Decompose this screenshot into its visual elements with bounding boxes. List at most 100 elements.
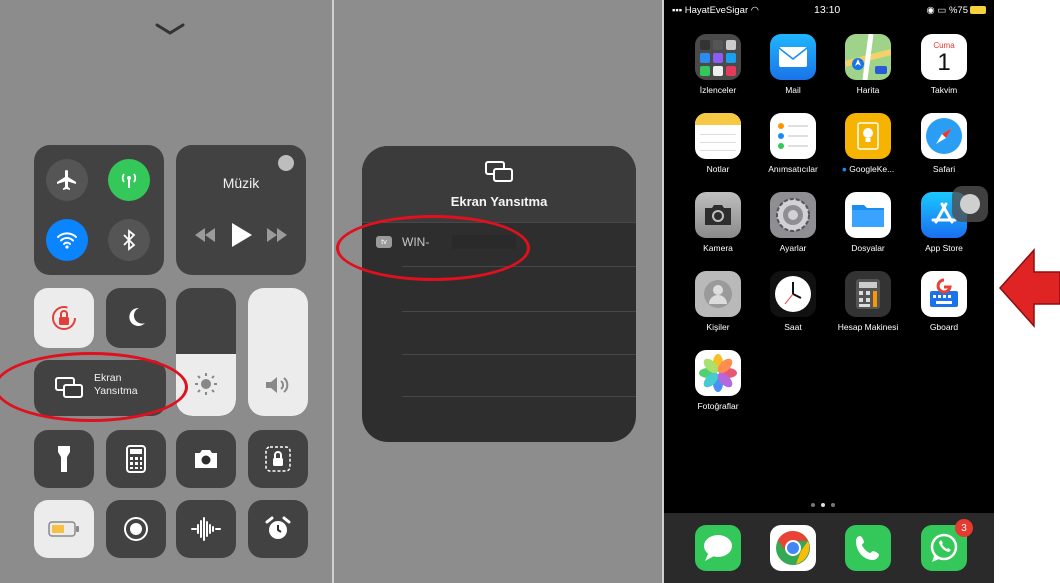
app-label: Kişiler bbox=[706, 322, 730, 332]
moon-icon bbox=[129, 307, 145, 326]
app-takvim[interactable]: Cuma 1 Takvim bbox=[907, 34, 981, 112]
app-gboard[interactable]: Gboard bbox=[907, 271, 981, 349]
compass-icon bbox=[921, 113, 967, 159]
app-animsaticilar[interactable]: Anımsatıcılar bbox=[756, 113, 830, 191]
dock: 3 bbox=[664, 513, 994, 583]
dock-app-whatsapp[interactable]: 3 bbox=[907, 519, 981, 583]
page-indicator bbox=[811, 503, 835, 507]
photos-icon bbox=[695, 350, 741, 396]
music-title: Müzik bbox=[222, 175, 260, 191]
battery-icon bbox=[48, 521, 79, 537]
screen-mirroring-dialog: Ekran Yansıtma tv WIN- bbox=[362, 146, 636, 442]
maps-icon bbox=[845, 34, 891, 80]
app-label: Harita bbox=[856, 85, 880, 95]
record-icon bbox=[124, 517, 148, 541]
reminders-icon bbox=[770, 113, 816, 159]
status-bar: ▪▪▪ HayatEveSigar ◠ 13:10 ◉ ▭ %75 bbox=[664, 0, 994, 20]
play-icon[interactable] bbox=[230, 223, 252, 247]
fast-forward-icon[interactable] bbox=[265, 228, 289, 242]
app-label: Safari bbox=[932, 164, 956, 174]
clock-icon bbox=[770, 271, 816, 317]
low-power-mode-button[interactable] bbox=[34, 500, 94, 558]
messages-icon bbox=[695, 525, 741, 571]
music-tile[interactable]: Müzik bbox=[176, 145, 306, 275]
carrier-label: ▪▪▪ HayatEveSigar ◠ bbox=[672, 5, 760, 16]
waveform-icon bbox=[191, 517, 221, 541]
chrome-icon bbox=[770, 525, 816, 571]
folder-icon bbox=[695, 34, 741, 80]
app-label: Notlar bbox=[706, 164, 730, 174]
dock-app-phone[interactable] bbox=[831, 525, 905, 583]
camera-icon bbox=[695, 192, 741, 238]
app-label: Gboard bbox=[929, 322, 959, 332]
app-saat[interactable]: Saat bbox=[756, 271, 830, 349]
chevron-down-icon[interactable] bbox=[155, 22, 185, 36]
gboard-icon bbox=[921, 271, 967, 317]
dock-app-messages[interactable] bbox=[681, 525, 755, 583]
app-label: App Store bbox=[925, 243, 963, 253]
app-notlar[interactable]: Notlar bbox=[681, 113, 755, 191]
screen-recording-button[interactable] bbox=[106, 500, 166, 558]
app-hesap-makinesi[interactable]: Hesap Makinesi bbox=[831, 271, 905, 349]
red-arrow-left-icon bbox=[998, 248, 1060, 328]
calculator-icon bbox=[126, 445, 146, 473]
camera-icon bbox=[195, 450, 217, 468]
highlight-circle-device bbox=[336, 215, 530, 281]
app-label: ● GoogleKe... bbox=[841, 164, 895, 174]
app-izlenceler[interactable]: İzlenceler bbox=[681, 34, 755, 112]
highlight-circle-mirroring bbox=[0, 352, 188, 422]
camera-button[interactable] bbox=[176, 430, 236, 488]
notification-badge: 3 bbox=[955, 519, 973, 537]
app-label: Mail bbox=[785, 85, 801, 95]
airplay-icon[interactable] bbox=[278, 155, 294, 171]
rotation-lock-icon bbox=[52, 306, 76, 330]
status-time: 13:10 bbox=[814, 4, 841, 16]
rewind-icon[interactable] bbox=[193, 228, 217, 242]
phone-icon bbox=[845, 525, 891, 571]
airplane-mode-button[interactable] bbox=[46, 159, 88, 201]
contacts-icon bbox=[695, 271, 741, 317]
app-fotograflar[interactable]: Fotoğraflar bbox=[681, 350, 755, 428]
cellular-data-button[interactable] bbox=[108, 159, 150, 201]
calculator-icon bbox=[845, 271, 891, 317]
app-dosyalar[interactable]: Dosyalar bbox=[831, 192, 905, 270]
dialog-header: Ekran Yansıtma bbox=[362, 146, 636, 222]
app-google-keep[interactable]: ● GoogleKe... bbox=[831, 113, 905, 191]
app-label: Saat bbox=[784, 322, 802, 332]
sun-icon bbox=[195, 373, 217, 395]
flashlight-button[interactable] bbox=[34, 430, 94, 488]
brightness-slider[interactable] bbox=[176, 288, 236, 416]
alarm-button[interactable] bbox=[248, 500, 308, 558]
app-label: Fotoğraflar bbox=[697, 401, 739, 411]
app-kisiler[interactable]: Kişiler bbox=[681, 271, 755, 349]
whatsapp-icon: 3 bbox=[921, 519, 973, 571]
calendar-icon: Cuma 1 bbox=[921, 34, 967, 80]
screen-lock-button[interactable] bbox=[248, 430, 308, 488]
app-ayarlar[interactable]: Ayarlar bbox=[756, 192, 830, 270]
volume-slider[interactable] bbox=[248, 288, 308, 416]
notes-icon bbox=[695, 113, 741, 159]
orientation-lock-button[interactable] bbox=[34, 288, 94, 348]
home-screen-panel: ▪▪▪ HayatEveSigar ◠ 13:10 ◉ ▭ %75 İzlenc… bbox=[664, 0, 994, 583]
app-label: İzlenceler bbox=[699, 85, 737, 95]
wifi-button[interactable] bbox=[46, 219, 88, 261]
app-harita[interactable]: Harita bbox=[831, 34, 905, 112]
assistive-touch-button[interactable] bbox=[952, 186, 988, 222]
app-label: Anımsatıcılar bbox=[768, 164, 818, 174]
calendar-day-number: 1 bbox=[937, 49, 951, 76]
dialog-title: Ekran Yansıtma bbox=[450, 194, 548, 209]
voice-memos-button[interactable] bbox=[176, 500, 236, 558]
bulb-icon bbox=[845, 113, 891, 159]
app-label: Hesap Makinesi bbox=[837, 322, 899, 332]
bluetooth-button[interactable] bbox=[108, 219, 150, 261]
app-mail[interactable]: Mail bbox=[756, 34, 830, 112]
bluetooth-icon bbox=[123, 229, 136, 251]
dock-app-chrome[interactable] bbox=[756, 525, 830, 583]
app-kamera[interactable]: Kamera bbox=[681, 192, 755, 270]
connectivity-tile bbox=[34, 145, 164, 275]
do-not-disturb-button[interactable] bbox=[106, 288, 166, 348]
airplane-icon bbox=[57, 170, 76, 190]
battery-indicator: ◉ ▭ %75 bbox=[926, 5, 986, 16]
app-safari[interactable]: Safari bbox=[907, 113, 981, 191]
calculator-button[interactable] bbox=[106, 430, 166, 488]
